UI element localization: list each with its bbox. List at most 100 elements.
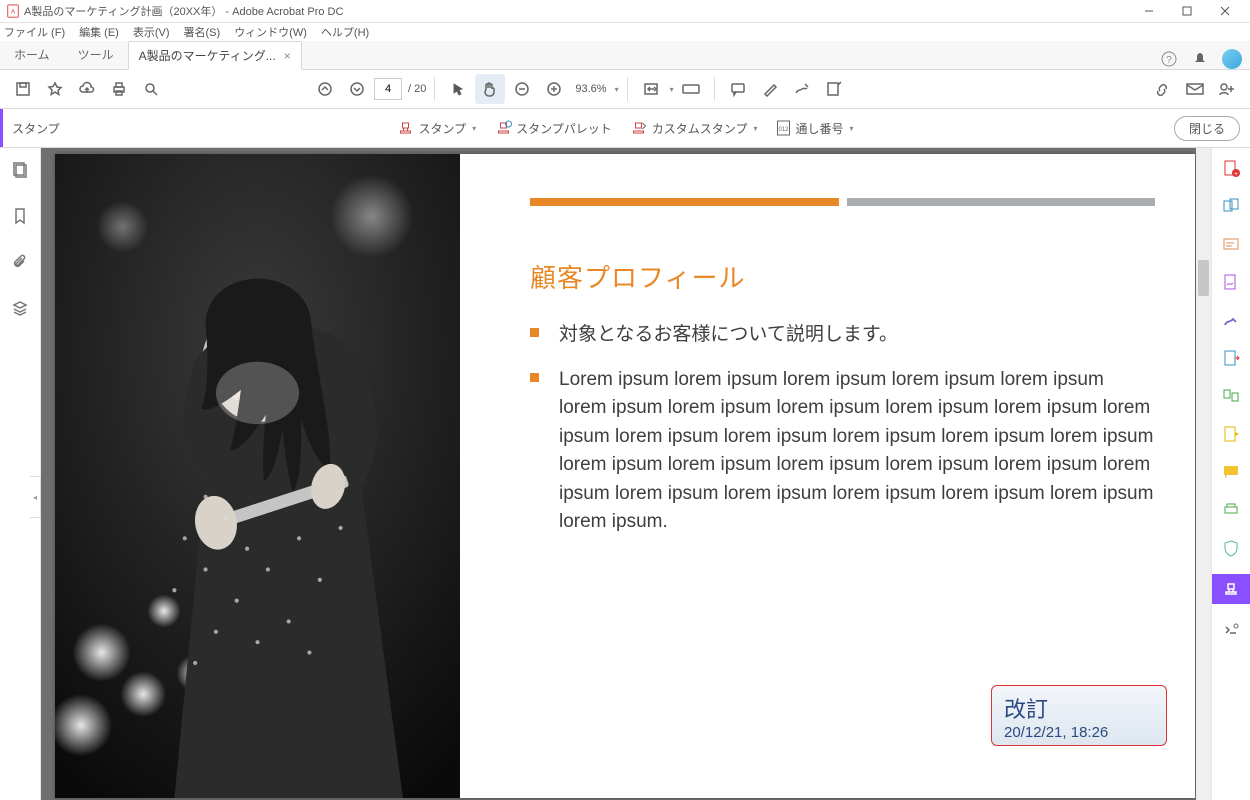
- fill-sign-icon[interactable]: [1219, 308, 1243, 332]
- more-tools-icon[interactable]: [1219, 618, 1243, 642]
- window-minimize-button[interactable]: [1130, 0, 1168, 22]
- close-tab-icon[interactable]: ×: [284, 49, 291, 63]
- fit-width-icon[interactable]: [636, 74, 666, 104]
- protect-icon[interactable]: [1219, 536, 1243, 560]
- export-pdf-icon[interactable]: [1219, 346, 1243, 370]
- window-close-button[interactable]: [1206, 0, 1244, 22]
- page-content: 顧客プロフィール 対象となるお客様について説明します。 Lorem ipsum …: [460, 154, 1195, 798]
- bullet-icon: [530, 373, 539, 382]
- save-icon[interactable]: [8, 74, 38, 104]
- document-page: 顧客プロフィール 対象となるお客様について説明します。 Lorem ipsum …: [55, 154, 1195, 798]
- custom-stamp-menu[interactable]: カスタムスタンプ▾: [630, 119, 758, 137]
- user-avatar[interactable]: [1222, 49, 1242, 69]
- svg-text:012: 012: [778, 127, 789, 133]
- document-viewport[interactable]: 顧客プロフィール 対象となるお客様について説明します。 Lorem ipsum …: [41, 148, 1211, 800]
- thumbnails-icon[interactable]: [8, 158, 32, 182]
- menu-sign[interactable]: 署名(S): [184, 24, 221, 40]
- bullet-list: 対象となるお客様について説明します。 Lorem ipsum lorem ips…: [530, 321, 1155, 537]
- left-nav-rail: ◂: [0, 148, 41, 800]
- main-toolbar: / 20 93.6% ▾ ▾: [0, 70, 1250, 109]
- stamp-toolbar-label: スタンプ: [12, 120, 60, 137]
- request-sign-icon[interactable]: [1219, 270, 1243, 294]
- scrollbar-thumb[interactable]: [1198, 260, 1209, 296]
- menu-edit[interactable]: 編集 (E): [79, 24, 119, 40]
- print-icon[interactable]: [104, 74, 134, 104]
- list-item: Lorem ipsum lorem ipsum lorem ipsum lore…: [530, 366, 1155, 537]
- search-icon[interactable]: [136, 74, 166, 104]
- custom-stamp-label: カスタムスタンプ: [652, 120, 748, 137]
- menu-window[interactable]: ウィンドウ(W): [234, 24, 307, 40]
- header-bars: [530, 198, 1155, 206]
- page-up-icon[interactable]: [310, 74, 340, 104]
- stampbar-close-button[interactable]: 閉じる: [1174, 116, 1240, 141]
- organize-pages-icon[interactable]: [1219, 384, 1243, 408]
- page-image: [55, 154, 460, 798]
- tab-document-label: A製品のマーケティング...: [139, 47, 276, 64]
- print-production-icon[interactable]: [1219, 498, 1243, 522]
- page-total-label: / 20: [408, 83, 426, 95]
- share-link-icon[interactable]: [1148, 74, 1178, 104]
- edit-pdf-icon[interactable]: [1219, 232, 1243, 256]
- highlight-icon[interactable]: [755, 74, 785, 104]
- stamp-datetime: 20/12/21, 18:26: [1004, 724, 1154, 741]
- bates-number-label: 通し番号: [795, 120, 843, 137]
- stamp-palette-menu[interactable]: スタンプパレット: [494, 119, 612, 137]
- stamp-tool-icon[interactable]: [1212, 574, 1250, 604]
- create-pdf-icon[interactable]: +: [1219, 156, 1243, 180]
- keyboard-icon[interactable]: [676, 74, 706, 104]
- combine-files-icon[interactable]: [1219, 194, 1243, 218]
- select-arrow-icon[interactable]: [443, 74, 473, 104]
- revision-stamp[interactable]: 改訂 20/12/21, 18:26: [991, 685, 1167, 746]
- bates-number-menu[interactable]: 012 通し番号▾: [775, 119, 853, 137]
- bookmark-icon[interactable]: [8, 204, 32, 228]
- comment-icon[interactable]: [723, 74, 753, 104]
- page-down-icon[interactable]: [342, 74, 372, 104]
- comment-tool-icon[interactable]: [1219, 460, 1243, 484]
- stamp-menu-label: スタンプ: [418, 120, 466, 137]
- zoom-level-label[interactable]: 93.6%: [575, 83, 606, 95]
- window-titlebar: A A製品のマーケティング計画（20XX年） - Adobe Acrobat P…: [0, 0, 1250, 23]
- attachment-icon[interactable]: [8, 250, 32, 274]
- main-area: ◂: [0, 148, 1250, 800]
- stamp-menu[interactable]: スタンプ▾: [396, 119, 476, 137]
- svg-text:?: ?: [1166, 55, 1172, 66]
- notification-bell-icon[interactable]: [1192, 51, 1208, 67]
- vertical-scrollbar[interactable]: [1196, 148, 1211, 800]
- stamp-title: 改訂: [1004, 692, 1154, 724]
- zoom-dropdown-icon[interactable]: ▾: [615, 85, 619, 94]
- tab-home[interactable]: ホーム: [0, 40, 64, 69]
- stamp-palette-label: スタンプパレット: [516, 120, 612, 137]
- tab-document[interactable]: A製品のマーケティング... ×: [128, 41, 302, 70]
- collapse-left-rail-icon[interactable]: ◂: [30, 476, 41, 518]
- cloud-upload-icon[interactable]: [72, 74, 102, 104]
- menu-help[interactable]: ヘルプ(H): [321, 24, 369, 40]
- zoom-in-icon[interactable]: [539, 74, 569, 104]
- help-icon[interactable]: ?: [1160, 50, 1178, 68]
- send-comments-icon[interactable]: [1219, 422, 1243, 446]
- stamp-toolbar-accent: [0, 109, 3, 147]
- share-people-icon[interactable]: [1212, 74, 1242, 104]
- page-number-input[interactable]: [374, 78, 402, 100]
- bullet-text: Lorem ipsum lorem ipsum lorem ipsum lore…: [559, 366, 1155, 537]
- zoom-out-icon[interactable]: [507, 74, 537, 104]
- fit-dropdown-icon[interactable]: ▾: [670, 85, 674, 94]
- app-pdf-icon: A: [6, 4, 20, 18]
- layers-icon[interactable]: [8, 296, 32, 320]
- tab-tools[interactable]: ツール: [64, 40, 128, 69]
- svg-text:+: +: [1234, 171, 1238, 177]
- mail-icon[interactable]: [1180, 74, 1210, 104]
- sign-pen-icon[interactable]: [787, 74, 817, 104]
- bullet-text: 対象となるお客様について説明します。: [559, 321, 898, 350]
- menubar: ファイル (F) 編集 (E) 表示(V) 署名(S) ウィンドウ(W) ヘルプ…: [0, 23, 1250, 41]
- menu-file[interactable]: ファイル (F): [4, 24, 65, 40]
- window-maximize-button[interactable]: [1168, 0, 1206, 22]
- right-tool-rail: +: [1211, 148, 1250, 800]
- redact-icon[interactable]: [819, 74, 849, 104]
- window-title: A製品のマーケティング計画（20XX年） - Adobe Acrobat Pro…: [24, 3, 1130, 19]
- menu-view[interactable]: 表示(V): [133, 24, 170, 40]
- hand-pan-icon[interactable]: [475, 74, 505, 104]
- tabbar: ホーム ツール A製品のマーケティング... × ?: [0, 41, 1250, 70]
- star-icon[interactable]: [40, 74, 70, 104]
- list-item: 対象となるお客様について説明します。: [530, 321, 1155, 350]
- stamp-toolbar: スタンプ スタンプ▾ スタンプパレット カスタムスタンプ▾ 012 通し番号▾ …: [0, 109, 1250, 148]
